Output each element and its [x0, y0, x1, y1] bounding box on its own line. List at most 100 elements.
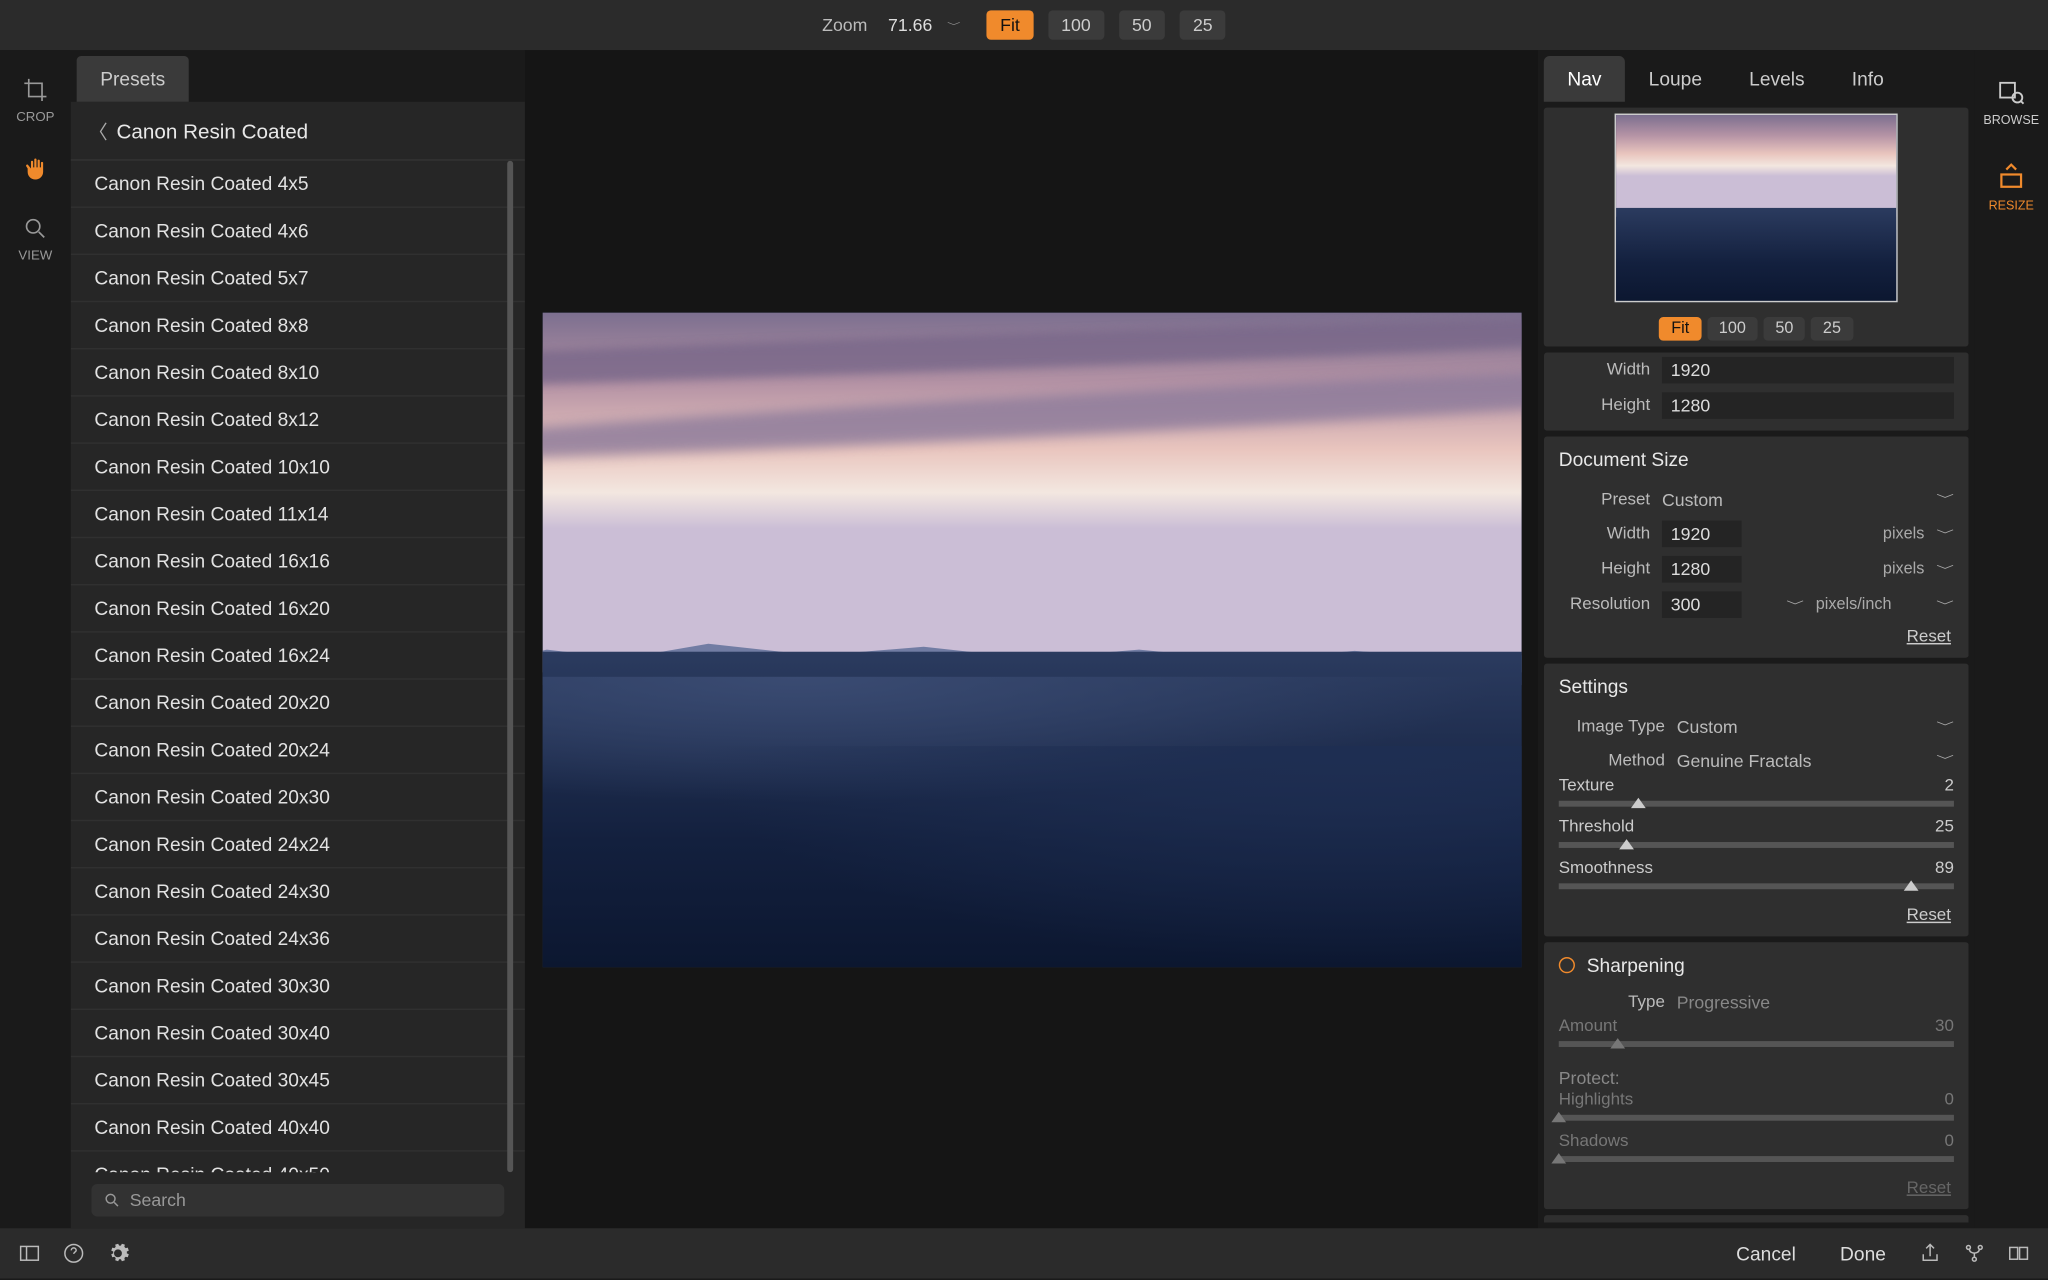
zoom-25-button[interactable]: 25: [1180, 10, 1226, 39]
preset-item[interactable]: Canon Resin Coated 30x45: [71, 1057, 525, 1104]
search-input[interactable]: Search: [91, 1184, 504, 1216]
preset-item[interactable]: Canon Resin Coated 40x40: [71, 1104, 525, 1151]
imgtype-dropdown-icon[interactable]: ﹀: [1936, 719, 1954, 734]
tab-nav[interactable]: Nav: [1544, 56, 1625, 102]
highlights-slider[interactable]: [1559, 1115, 1954, 1121]
method-label: Method: [1559, 751, 1665, 769]
preset-item[interactable]: Canon Resin Coated 16x24: [71, 633, 525, 680]
sharpening-toggle-icon[interactable]: [1559, 957, 1575, 973]
done-button[interactable]: Done: [1828, 1236, 1897, 1270]
preset-item[interactable]: Canon Resin Coated 10x10: [71, 444, 525, 491]
zoom-fit-button[interactable]: Fit: [987, 10, 1033, 39]
preset-value[interactable]: Custom: [1662, 489, 1924, 510]
branch-button[interactable]: [1963, 1242, 1987, 1266]
sharp-type-value[interactable]: Progressive: [1677, 992, 1954, 1013]
tab-levels[interactable]: Levels: [1726, 56, 1829, 102]
browse-tool[interactable]: BROWSE: [1983, 77, 2039, 127]
browse-icon: [1996, 77, 2025, 106]
preset-item[interactable]: Canon Resin Coated 24x30: [71, 868, 525, 915]
method-dropdown-icon[interactable]: ﹀: [1936, 753, 1954, 768]
doc-height-value[interactable]: 1280: [1662, 556, 1742, 583]
preset-item[interactable]: Canon Resin Coated 8x8: [71, 302, 525, 349]
preset-item[interactable]: Canon Resin Coated 30x40: [71, 1010, 525, 1057]
share-button[interactable]: [1918, 1242, 1942, 1266]
texture-slider[interactable]: [1559, 801, 1954, 807]
crop-tool[interactable]: CROP: [16, 77, 54, 124]
doc-res-value[interactable]: 300: [1662, 591, 1742, 618]
nav-zoom-100[interactable]: 100: [1707, 317, 1758, 341]
preset-item[interactable]: Canon Resin Coated 20x20: [71, 680, 525, 727]
resize-icon: [1996, 162, 2025, 191]
nav-zoom-50[interactable]: 50: [1764, 317, 1806, 341]
preset-dropdown-icon[interactable]: ﹀: [1936, 492, 1954, 507]
width-unit-dropdown-icon[interactable]: ﹀: [1936, 526, 1954, 541]
method-value[interactable]: Genuine Fractals: [1677, 750, 1925, 771]
zoom-dropdown-icon[interactable]: ﹀: [947, 19, 960, 31]
sharp-type-label: Type: [1559, 994, 1665, 1012]
pixdim-width-value[interactable]: 1920: [1662, 357, 1954, 384]
help-button[interactable]: [62, 1242, 86, 1266]
hand-tool[interactable]: [22, 156, 49, 183]
zoom-value[interactable]: 71.66: [888, 15, 932, 36]
imgtype-value[interactable]: Custom: [1677, 716, 1925, 737]
navigator-thumbnail[interactable]: [1615, 114, 1898, 303]
zoom-50-button[interactable]: 50: [1119, 10, 1165, 39]
presets-breadcrumb[interactable]: 〈 Canon Resin Coated: [71, 102, 525, 161]
threshold-value[interactable]: 25: [1935, 818, 1954, 836]
preset-item[interactable]: Canon Resin Coated 5x7: [71, 255, 525, 302]
nav-zoom-25[interactable]: 25: [1811, 317, 1853, 341]
preset-item[interactable]: Canon Resin Coated 8x10: [71, 349, 525, 396]
preset-item[interactable]: Canon Resin Coated 11x14: [71, 491, 525, 538]
preset-item[interactable]: Canon Resin Coated 24x36: [71, 916, 525, 963]
pixdim-height-value[interactable]: 1280: [1662, 392, 1954, 419]
docsize-reset[interactable]: Reset: [1544, 622, 1969, 657]
left-tool-rail: CROP VIEW: [0, 50, 71, 1228]
view-tool[interactable]: VIEW: [18, 215, 52, 262]
preset-item[interactable]: Canon Resin Coated 24x24: [71, 821, 525, 868]
doc-width-value[interactable]: 1920: [1662, 520, 1742, 547]
height-unit-dropdown-icon[interactable]: ﹀: [1936, 562, 1954, 577]
view-label: VIEW: [18, 248, 52, 263]
preset-item[interactable]: Canon Resin Coated 40x50: [71, 1152, 525, 1173]
amount-slider[interactable]: [1559, 1041, 1954, 1047]
res-dropdown-icon[interactable]: ﹀: [1786, 597, 1804, 612]
hand-icon: [22, 156, 49, 183]
preset-item[interactable]: Canon Resin Coated 4x5: [71, 161, 525, 208]
preset-item[interactable]: Canon Resin Coated 4x6: [71, 208, 525, 255]
smoothness-slider[interactable]: [1559, 883, 1954, 889]
share-icon: [1918, 1242, 1942, 1266]
layout-toggle-button[interactable]: [18, 1242, 42, 1266]
texture-label: Texture: [1559, 777, 1615, 795]
compare-button[interactable]: [2007, 1242, 2031, 1266]
doc-width-label: Width: [1559, 525, 1650, 543]
preset-item[interactable]: Canon Resin Coated 8x12: [71, 397, 525, 444]
shadows-slider[interactable]: [1559, 1156, 1954, 1162]
cancel-button[interactable]: Cancel: [1724, 1236, 1807, 1270]
docsize-title: Document Size: [1559, 448, 1689, 470]
smoothness-value[interactable]: 89: [1935, 860, 1954, 878]
highlights-value: 0: [1944, 1091, 1953, 1109]
preset-item[interactable]: Canon Resin Coated 16x20: [71, 585, 525, 632]
presets-panel: Presets 〈 Canon Resin Coated Canon Resin…: [71, 50, 525, 1228]
res-unit-dropdown-icon[interactable]: ﹀: [1936, 597, 1954, 612]
tab-info[interactable]: Info: [1828, 56, 1907, 102]
sharpening-reset[interactable]: Reset: [1544, 1174, 1969, 1209]
doc-width-unit: pixels: [1753, 525, 1924, 543]
texture-value[interactable]: 2: [1944, 777, 1953, 795]
zoom-100-button[interactable]: 100: [1048, 10, 1104, 39]
settings-reset[interactable]: Reset: [1544, 901, 1969, 936]
tab-loupe[interactable]: Loupe: [1625, 56, 1725, 102]
nav-zoom-fit[interactable]: Fit: [1659, 317, 1701, 341]
preset-item[interactable]: Canon Resin Coated 16x16: [71, 538, 525, 585]
resize-tool[interactable]: RESIZE: [1989, 162, 2034, 212]
sidebar-icon: [18, 1242, 42, 1266]
presets-tab[interactable]: Presets: [77, 56, 189, 102]
presets-list[interactable]: Canon Resin Coated 4x5Canon Resin Coated…: [71, 161, 525, 1173]
preset-item[interactable]: Canon Resin Coated 20x30: [71, 774, 525, 821]
preset-item[interactable]: Canon Resin Coated 20x24: [71, 727, 525, 774]
preset-item[interactable]: Canon Resin Coated 30x30: [71, 963, 525, 1010]
settings-button[interactable]: [106, 1242, 130, 1266]
threshold-slider[interactable]: [1559, 842, 1954, 848]
top-toolbar: Zoom 71.66 ﹀ Fit 100 50 25: [0, 0, 2048, 50]
canvas-area[interactable]: [525, 50, 1538, 1228]
